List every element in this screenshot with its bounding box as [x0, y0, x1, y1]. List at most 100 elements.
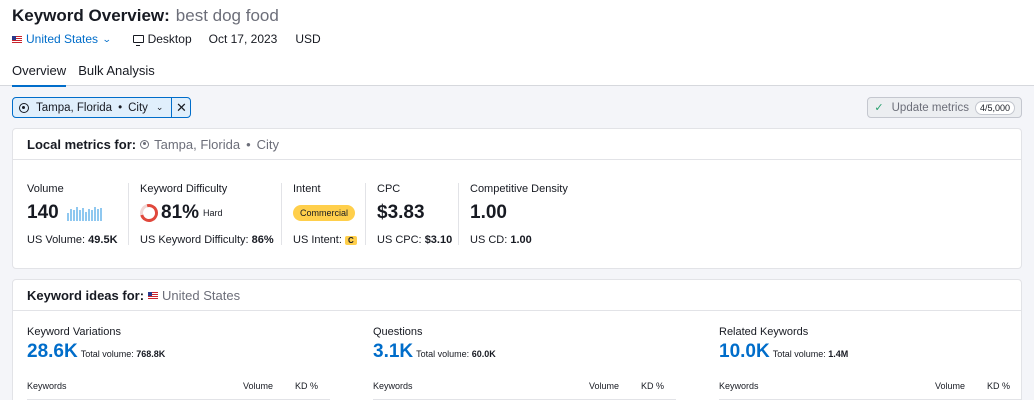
cpc-metric: CPC $3.83 US CPC: $3.10 [377, 183, 452, 246]
divider [281, 183, 282, 245]
related-keywords-count[interactable]: 10.0K [719, 341, 770, 363]
total-volume-value: 60.0K [471, 349, 496, 359]
tab-bulk-analysis[interactable]: Bulk Analysis [78, 63, 155, 86]
us-cpc-label: US CPC: [377, 234, 422, 246]
cd-label: Competitive Density [470, 183, 568, 195]
date-select[interactable]: Oct 17, 2023 [209, 32, 278, 46]
tab-overview[interactable]: Overview [12, 63, 67, 87]
cpc-label: CPC [377, 183, 401, 195]
us-flag-icon [12, 35, 22, 43]
location-pin-icon [19, 102, 29, 113]
location-city: Tampa, Florida [36, 101, 113, 114]
page-title: Keyword Overview: [12, 6, 170, 25]
keyword-variations-label: Keyword Variations [27, 326, 121, 338]
currency-select[interactable]: USD [295, 32, 320, 46]
database-label: United States [26, 32, 99, 46]
questions-value-row: 3.1K Total volume: 60.0K [373, 341, 676, 363]
keyword-variations-value-row: 28.6K Total volume: 768.8K [27, 341, 330, 363]
divider [458, 183, 459, 245]
questions-table-header: Keywords Volume KD % [373, 381, 676, 400]
column-volume: Volume [243, 381, 274, 391]
sparkline-bar [66, 212, 69, 221]
related-keywords-table-header: Keywords Volume KD % [719, 381, 1022, 400]
local-location-city: Tampa, Florida [154, 136, 241, 152]
location-pin-icon [140, 139, 150, 149]
column-volume: Volume [589, 381, 620, 391]
total-volume-value: 768.8K [136, 349, 166, 359]
us-cpc: US CPC: $3.10 [377, 234, 452, 246]
keyword-variations-table-header: Keywords Volume KD % [27, 381, 330, 400]
intent-badge: Commercial [293, 205, 356, 221]
sparkline-bar [69, 208, 72, 221]
column-keywords: Keywords [719, 381, 759, 391]
keyword-ideas-heading: Keyword ideas for: [27, 287, 145, 303]
column-keywords: Keywords [373, 381, 413, 391]
location-type: City [128, 101, 148, 114]
us-cd-label: US CD: [470, 234, 508, 246]
local-location-type: City [256, 136, 280, 152]
limit-badge: 4/5,000 [974, 100, 1015, 115]
local-metrics-location: Tampa, Florida • City [140, 137, 279, 152]
query-text: best dog food [175, 6, 279, 25]
intent-label: Intent [293, 183, 321, 195]
total-volume-value: 1.4M [828, 349, 849, 359]
volume-value-row: 140 [27, 201, 118, 225]
cd-value: 1.00 [470, 202, 507, 223]
us-kd: US Keyword Difficulty: 86% [140, 234, 274, 246]
dot-separator: • [246, 136, 251, 152]
sparkline-bar [99, 207, 102, 221]
us-kd-value: 86% [251, 234, 274, 246]
related-keywords-value-row: 10.0K Total volume: 1.4M [719, 341, 1022, 363]
intent-value-row: Commercial [293, 201, 357, 225]
sparkline-bar [81, 207, 84, 221]
device-select[interactable]: Desktop [132, 32, 192, 46]
kd-value: 81% [161, 202, 200, 223]
tabs: Overview Bulk Analysis [12, 63, 167, 87]
us-intent: US Intent: C [293, 234, 357, 246]
database-select[interactable]: United States ⌄ [12, 32, 112, 46]
location-filter: Tampa, Florida • City ⌄ ✕ [12, 97, 192, 118]
keyword-variations-block: Keyword Variations 28.6K Total volume: 7… [27, 326, 330, 363]
dot-separator: • [118, 101, 123, 114]
volume-trend-sparkline[interactable] [66, 206, 103, 221]
keyword-variations-count[interactable]: 28.6K [27, 341, 78, 363]
divider [365, 183, 366, 245]
local-metrics-header: Local metrics for: Tampa, Florida • City [13, 129, 1021, 160]
column-kd: KD % [987, 381, 1011, 391]
location-select[interactable]: Tampa, Florida • City ⌄ [13, 98, 173, 117]
kd-value-row: 81% Hard [136, 200, 274, 226]
sparkline-bar [72, 209, 75, 221]
ideas-location-label: United States [162, 287, 241, 303]
kd-metric: Keyword Difficulty 81% Hard US Keyword D… [136, 183, 274, 246]
column-keywords: Keywords [27, 381, 67, 391]
questions-block: Questions 3.1K Total volume: 60.0K [373, 326, 676, 363]
us-flag-icon [148, 291, 159, 299]
related-keywords-block: Related Keywords 10.0K Total volume: 1.4… [719, 326, 1022, 363]
local-metrics-card: Local metrics for: Tampa, Florida • City… [12, 128, 1022, 269]
sparkline-bar [78, 209, 81, 221]
clear-location-button[interactable]: ✕ [172, 98, 190, 117]
sparkline-bar [84, 211, 87, 221]
kd-label: Keyword Difficulty [140, 183, 228, 195]
title-row: Keyword Overview: best dog food [12, 6, 279, 26]
us-cd-value: 1.00 [510, 234, 532, 246]
questions-total: Total volume: 60.0K [416, 349, 496, 359]
questions-count[interactable]: 3.1K [373, 341, 413, 363]
keyword-variations-total: Total volume: 768.8K [81, 349, 166, 359]
total-volume-label: Total volume: [772, 349, 826, 359]
column-kd: KD % [295, 381, 319, 391]
update-metrics-button[interactable]: ✓ Update metrics 4/5,000 [867, 97, 1022, 118]
volume-value: 140 [27, 202, 59, 223]
intent-metric: Intent Commercial US Intent: C [293, 183, 357, 246]
device-label: Desktop [147, 32, 192, 46]
cpc-value: $3.83 [377, 202, 425, 223]
sparkline-bar [90, 209, 93, 221]
us-volume-value: 49.5K [88, 234, 118, 246]
divider [128, 183, 129, 245]
related-keywords-label: Related Keywords [719, 326, 809, 338]
keyword-ideas-card: Keyword ideas for: United States Keyword… [12, 279, 1022, 400]
us-intent-badge: C [344, 236, 357, 245]
keyword-ideas-header: Keyword ideas for: United States [13, 280, 1021, 311]
sparkline-bar [96, 208, 99, 221]
volume-label: Volume [27, 183, 64, 195]
